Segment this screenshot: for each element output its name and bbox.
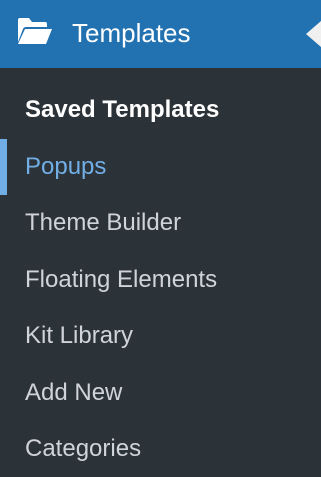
submenu-item-label: Floating Elements xyxy=(25,265,218,293)
submenu-item-floating-elements[interactable]: Floating Elements xyxy=(0,252,321,309)
menu-header-templates[interactable]: Templates xyxy=(0,0,321,68)
current-menu-pointer xyxy=(306,21,321,47)
submenu-item-saved-templates[interactable]: Saved Templates xyxy=(0,82,321,139)
submenu-item-label: Categories xyxy=(25,435,142,462)
submenu-item-popups[interactable]: Popups xyxy=(0,138,321,196)
submenu-item-kit-library[interactable]: Kit Library xyxy=(0,308,321,365)
submenu-item-label: Theme Builder xyxy=(25,209,182,236)
submenu-item-theme-builder[interactable]: Theme Builder xyxy=(0,195,321,252)
submenu-item-label: Add New xyxy=(25,378,123,406)
folder-open-icon xyxy=(17,16,53,46)
menu-title: Templates xyxy=(72,18,191,48)
submenu-item-add-new[interactable]: Add New xyxy=(0,365,321,422)
submenu-item-label: Kit Library xyxy=(25,322,134,349)
submenu-item-label: Popups xyxy=(25,152,107,180)
submenu: Saved Templates Popups Theme Builder Flo… xyxy=(0,82,321,477)
admin-sidebar-menu: Templates Saved Templates Popups Theme B… xyxy=(0,0,321,477)
active-indicator xyxy=(0,138,7,195)
submenu-item-label: Saved Templates xyxy=(25,96,220,123)
submenu-item-categories[interactable]: Categories xyxy=(0,421,321,477)
